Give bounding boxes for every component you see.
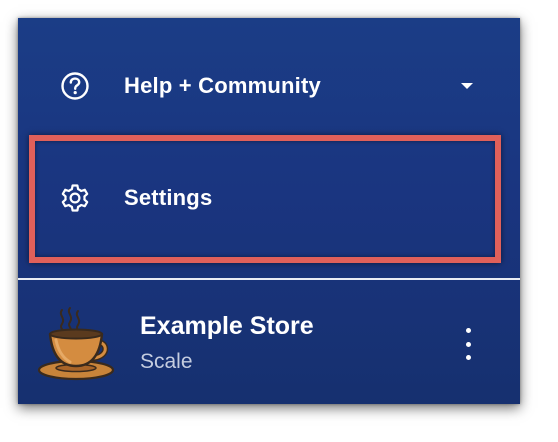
- navigation-panel: Help + Community Settings Example Store …: [18, 18, 520, 404]
- kebab-dot: [465, 355, 471, 360]
- gear-icon: [58, 181, 92, 215]
- store-plan: Scale: [140, 350, 193, 373]
- kebab-dot: [465, 341, 471, 347]
- question-circle-icon: [58, 69, 92, 103]
- store-name: Example Store: [140, 312, 314, 340]
- chevron-down-icon[interactable]: [458, 77, 476, 95]
- menu-item-help-community[interactable]: Help + Community: [18, 58, 520, 114]
- store-switcher[interactable]: Example Store Scale: [18, 280, 520, 404]
- more-options-icon[interactable]: [458, 328, 478, 360]
- coffee-cup-icon: [36, 304, 116, 384]
- kebab-dot: [465, 328, 471, 333]
- menu-item-label: Settings: [124, 185, 213, 210]
- menu-item-label: Help + Community: [124, 73, 321, 98]
- menu-item-settings[interactable]: Settings: [18, 170, 520, 226]
